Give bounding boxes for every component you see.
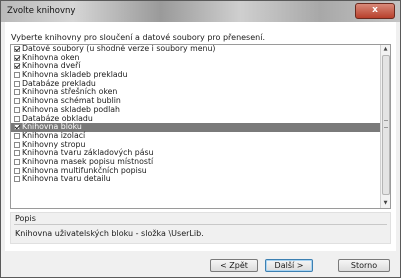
library-item-label: Knihovna skladeb podlah [22, 104, 120, 114]
instruction-text: Vyberte knihovny pro sloučení a datové s… [11, 33, 265, 42]
library-item-label: Knihovna masek popisu místností [22, 156, 154, 166]
library-checkbox[interactable] [14, 176, 20, 183]
library-list: Datové soubory (u shodné verze i soubory… [11, 45, 382, 208]
library-checkbox[interactable] [14, 158, 20, 165]
dialog-content: Vyberte knihovny pro sloučení a datové s… [5, 22, 396, 273]
library-checkbox[interactable] [14, 98, 20, 105]
library-item[interactable]: Knihovna tvaru detailu [11, 174, 382, 184]
chevron-up-icon: ▲ [383, 46, 388, 52]
library-checkbox[interactable] [14, 167, 20, 174]
cancel-button[interactable]: Storno [338, 259, 390, 272]
library-item-label: Knihovna izolací [22, 130, 86, 140]
scroll-up-button[interactable]: ▲ [381, 45, 390, 54]
library-item-label: Knihovna tvaru základových pásu [22, 148, 154, 158]
library-checkbox[interactable] [14, 46, 20, 52]
description-divider [14, 224, 387, 225]
back-button[interactable]: < Zpět [210, 259, 258, 272]
dialog-window: Zvolte knihovny x Vyberte knihovny pro s… [0, 0, 401, 278]
library-checkbox[interactable] [14, 150, 20, 157]
library-checkbox[interactable] [14, 132, 20, 139]
library-item-label: Databáze obkladu [22, 113, 93, 123]
library-item-label: Knihovna bloku [22, 122, 82, 132]
library-item-label: Databáze prekladu [22, 78, 96, 88]
list-scrollbar[interactable]: ▲ ▼ [380, 45, 390, 208]
library-item-label: Knihovny stropu [22, 139, 86, 149]
library-checkbox[interactable] [14, 115, 20, 122]
library-checkbox[interactable] [14, 124, 20, 131]
scroll-thumb[interactable] [382, 55, 390, 195]
scroll-down-button[interactable]: ▼ [381, 199, 390, 208]
close-icon: x [372, 5, 378, 15]
library-checkbox[interactable] [14, 141, 20, 148]
library-checkbox[interactable] [14, 54, 20, 61]
description-label: Popis [15, 214, 36, 223]
library-checkbox[interactable] [14, 63, 20, 70]
library-item-label: Knihovna skladeb prekladu [22, 70, 128, 80]
description-panel: Popis Knihovna uživatelských bloku - slo… [10, 212, 391, 244]
library-listbox[interactable]: Datové soubory (u shodné verze i soubory… [10, 44, 391, 209]
library-item-label: Knihovna dveří [22, 61, 81, 71]
grip-icon [384, 120, 388, 128]
library-item-label: Knihovna schémat bublin [22, 96, 121, 106]
window-title: Zvolte knihovny [7, 6, 76, 16]
library-checkbox[interactable] [14, 80, 20, 87]
button-bar: < Zpět Další > Storno [5, 251, 396, 275]
library-checkbox[interactable] [14, 89, 20, 96]
library-checkbox[interactable] [14, 106, 20, 113]
library-item-label: Knihovna střešních oken [22, 87, 118, 97]
library-item-label: Knihovna multifunkčních popisu [22, 165, 147, 175]
library-item-label: Knihovna tvaru detailu [22, 174, 111, 184]
chevron-down-icon: ▼ [383, 200, 388, 206]
description-text: Knihovna uživatelských bloku - složka \U… [15, 229, 204, 238]
library-item-label: Knihovna oken [22, 52, 80, 62]
title-bar[interactable]: Zvolte knihovny x [1, 1, 400, 22]
close-button[interactable]: x [355, 3, 395, 19]
library-checkbox[interactable] [14, 72, 20, 79]
next-button[interactable]: Další > [265, 259, 313, 272]
